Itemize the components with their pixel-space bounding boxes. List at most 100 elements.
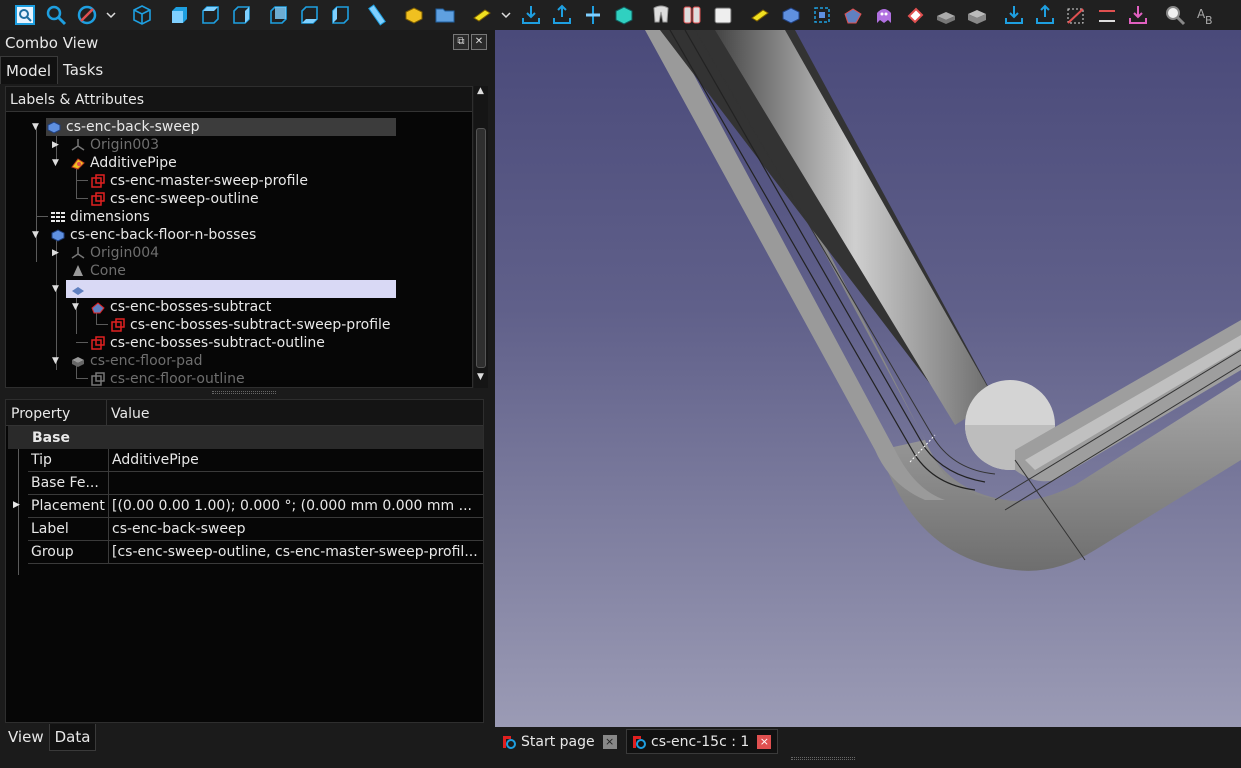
- scroll-down-icon[interactable]: ▼: [477, 372, 484, 382]
- pocket-icon[interactable]: [710, 2, 736, 28]
- draw-style-dropdown-icon[interactable]: [105, 2, 117, 28]
- tree-item-subtractive-pipe[interactable]: ▼ SubtractivePipe: [52, 280, 396, 298]
- tree-item-floor-pad[interactable]: ▼ cs-enc-floor-pad: [52, 352, 203, 370]
- download-icon[interactable]: [1001, 2, 1027, 28]
- ghost-icon[interactable]: [902, 2, 928, 28]
- freecad-doc-icon: [633, 735, 646, 749]
- tab-view[interactable]: View: [3, 724, 49, 751]
- close-tab-icon[interactable]: ×: [602, 734, 617, 749]
- collapse-arrow-icon[interactable]: ▶: [52, 140, 62, 150]
- zoom-selection-icon[interactable]: [43, 2, 69, 28]
- additive-loft-icon[interactable]: [871, 2, 897, 28]
- additive-pipe-icon: [71, 158, 85, 170]
- tree-item-bosses-subtract[interactable]: ▼ cs-enc-bosses-subtract: [72, 298, 271, 316]
- right-view-icon[interactable]: [228, 2, 254, 28]
- tree-item-master-sweep-profile[interactable]: cs-enc-master-sweep-profile: [90, 172, 308, 190]
- bottom-view-icon[interactable]: [296, 2, 322, 28]
- tree-item-bosses-subtract-sweep-profile[interactable]: cs-enc-bosses-subtract-sweep-profile: [110, 316, 391, 334]
- solid-icon[interactable]: [964, 2, 990, 28]
- left-view-icon[interactable]: [327, 2, 353, 28]
- splitter-handle[interactable]: [791, 757, 855, 760]
- tree-item-bosses-subtract-outline[interactable]: cs-enc-bosses-subtract-outline: [90, 334, 325, 352]
- document-tabbar: Start page × cs-enc-15c : 1 ×: [495, 727, 1241, 768]
- cell-divider: [108, 472, 109, 495]
- close-tab-icon[interactable]: ×: [757, 734, 772, 749]
- pad-icon: [72, 357, 84, 367]
- subshape-binder-icon[interactable]: [840, 2, 866, 28]
- export-icon[interactable]: [549, 2, 575, 28]
- property-row-placement[interactable]: ▶ Placement [(0.00 0.00 1.00); 0.000 °; …: [13, 495, 483, 518]
- cone-icon: [73, 265, 83, 276]
- std-viewfit-icon[interactable]: [12, 2, 38, 28]
- tree-item-back-floor-n-bosses[interactable]: ▼ cs-enc-back-floor-n-bosses: [32, 226, 256, 244]
- expand-arrow-icon[interactable]: ▼: [52, 356, 62, 366]
- expand-arrow-icon[interactable]: ▼: [72, 302, 82, 312]
- property-group-base[interactable]: Base: [8, 426, 483, 449]
- tree-item-origin004[interactable]: ▶ Origin004: [52, 244, 159, 262]
- section-icon[interactable]: [1063, 2, 1089, 28]
- combo-tabs: Model Tasks: [0, 56, 109, 84]
- measure-distance-icon[interactable]: [364, 2, 390, 28]
- tree-item-origin003[interactable]: ▶ Origin003: [52, 136, 159, 154]
- isometric-view-icon[interactable]: [129, 2, 155, 28]
- rear-view-icon[interactable]: [265, 2, 291, 28]
- sketch-icon: [91, 174, 105, 188]
- clipping-plane-icon[interactable]: [580, 2, 606, 28]
- expand-arrow-icon[interactable]: ▶: [13, 500, 20, 510]
- property-row-base-feature[interactable]: Base Fe...: [28, 472, 483, 495]
- draw-style-icon[interactable]: [74, 2, 100, 28]
- property-editor: Property Value Base Tip AdditivePipe Bas…: [5, 399, 484, 723]
- float-panel-button[interactable]: ⧉: [453, 34, 469, 50]
- create-part-icon[interactable]: [401, 2, 427, 28]
- tab-tasks[interactable]: Tasks: [58, 56, 109, 84]
- pipe-icon[interactable]: [679, 2, 705, 28]
- macro-icon[interactable]: [611, 2, 637, 28]
- tab-model[interactable]: Model: [0, 56, 59, 84]
- expand-arrow-icon[interactable]: ▼: [52, 158, 62, 168]
- measure-icon[interactable]: [1094, 2, 1120, 28]
- search-icon[interactable]: [1162, 2, 1188, 28]
- sketch-icon: [91, 192, 105, 206]
- expand-arrow-icon[interactable]: ▼: [52, 284, 62, 294]
- tree-item-floor-outline[interactable]: cs-enc-floor-outline: [90, 370, 245, 387]
- upload-icon[interactable]: [1032, 2, 1058, 28]
- top-view-icon[interactable]: [197, 2, 223, 28]
- cell-divider: [108, 495, 109, 518]
- tree-item-cs-enc-back-sweep[interactable]: ▼ cs-enc-back-sweep: [32, 118, 396, 136]
- cell-divider: [108, 541, 109, 564]
- tab-cs-enc-15c[interactable]: cs-enc-15c : 1 ×: [626, 729, 779, 754]
- property-row-label[interactable]: Label cs-enc-back-sweep: [28, 518, 483, 541]
- origin-icon: [71, 247, 85, 259]
- property-row-group[interactable]: Group [cs-enc-sweep-outline, cs-enc-mast…: [28, 541, 483, 564]
- tree-scroll-thumb[interactable]: [476, 128, 486, 368]
- create-group-icon[interactable]: [432, 2, 458, 28]
- sketch-icon[interactable]: [747, 2, 773, 28]
- tree-item-additive-pipe[interactable]: ▼ AdditivePipe: [52, 154, 177, 172]
- tab-start-page[interactable]: Start page ×: [501, 729, 617, 754]
- front-view-icon[interactable]: [166, 2, 192, 28]
- 3d-viewport[interactable]: [495, 30, 1241, 727]
- expand-arrow-icon[interactable]: ▼: [32, 230, 42, 240]
- compound-icon[interactable]: [933, 2, 959, 28]
- collapse-arrow-icon[interactable]: ▶: [52, 248, 62, 258]
- tree-scrollbar[interactable]: ▲ ▼: [474, 86, 488, 388]
- body-icon[interactable]: [648, 2, 674, 28]
- tab-data[interactable]: Data: [48, 724, 97, 751]
- tree-guide-line: [76, 378, 88, 379]
- link-make-icon[interactable]: [469, 2, 495, 28]
- insert-icon[interactable]: [1125, 2, 1151, 28]
- splitter-handle[interactable]: [212, 391, 276, 394]
- text-icon[interactable]: AB: [1193, 2, 1219, 28]
- link-dropdown-icon[interactable]: [500, 2, 512, 28]
- import-icon[interactable]: [518, 2, 544, 28]
- property-row-tip[interactable]: Tip AdditivePipe: [28, 449, 483, 472]
- tree-item-cone[interactable]: Cone: [70, 262, 126, 280]
- expand-arrow-icon[interactable]: ▼: [32, 122, 42, 132]
- tree-item-dimensions[interactable]: dimensions: [50, 208, 150, 226]
- tree-item-sweep-outline[interactable]: cs-enc-sweep-outline: [90, 190, 259, 208]
- scroll-up-icon[interactable]: ▲: [477, 86, 484, 96]
- subshape-binder-icon: [91, 302, 105, 314]
- close-panel-button[interactable]: ✕: [471, 34, 487, 50]
- datum-icon[interactable]: [778, 2, 804, 28]
- shape-binder-icon[interactable]: [809, 2, 835, 28]
